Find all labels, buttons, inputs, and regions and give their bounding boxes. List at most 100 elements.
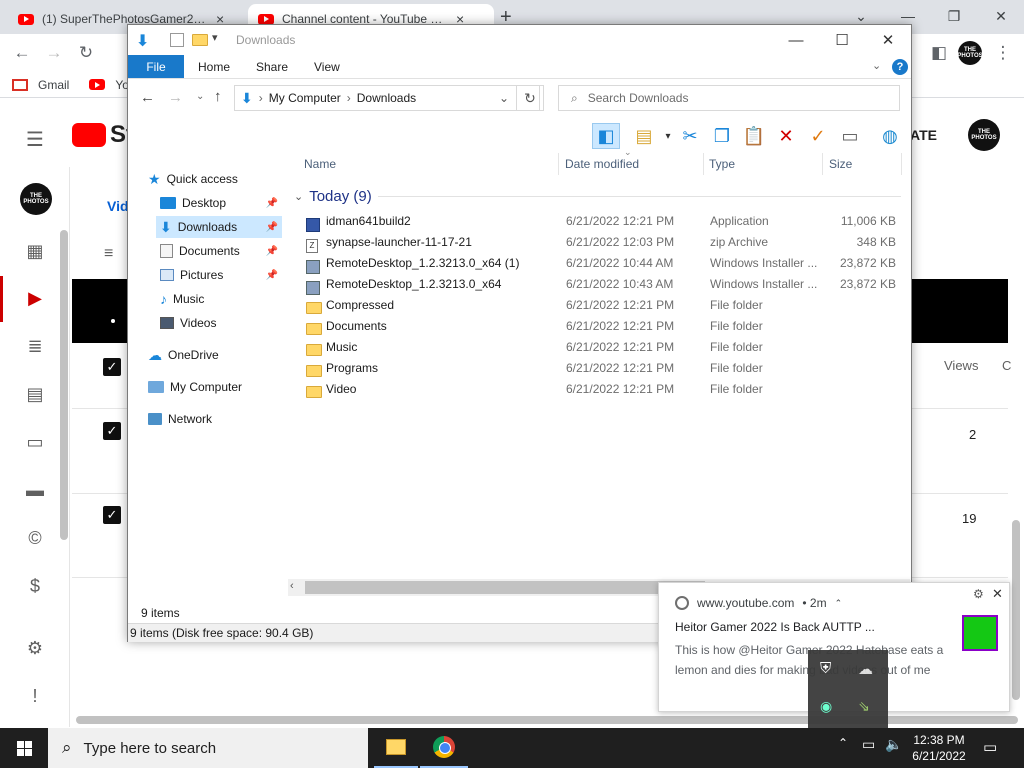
back-icon[interactable]: ← xyxy=(140,89,155,106)
menu-icon[interactable]: ⋮ xyxy=(990,40,1016,66)
nav-pictures[interactable]: Pictures 📌 xyxy=(160,264,282,286)
taskbar-chrome[interactable] xyxy=(420,728,468,768)
copy-icon[interactable]: ❐ xyxy=(708,123,736,149)
close-window-icon[interactable]: ✕ xyxy=(978,0,1024,32)
column-comments[interactable]: C xyxy=(1002,358,1011,373)
taskbar-search-input[interactable]: Type here to search xyxy=(84,740,217,757)
nav-music[interactable]: ♪ Music xyxy=(160,288,204,310)
comments-icon[interactable]: ▭ xyxy=(22,429,48,455)
bookmark-gmail[interactable]: Gmail xyxy=(38,78,69,92)
expand-ribbon-icon[interactable]: ⌄ xyxy=(872,59,881,72)
nav-my-computer[interactable]: My Computer xyxy=(148,376,242,398)
file-row[interactable]: Z synapse-launcher-11-17-21 6/21/2022 12… xyxy=(306,231,902,253)
tab-share[interactable]: Share xyxy=(242,55,302,78)
pin-icon[interactable]: 📌 xyxy=(266,198,278,209)
search-input[interactable]: Search Downloads xyxy=(588,91,689,105)
column-separator[interactable] xyxy=(703,153,704,175)
help-icon[interactable]: ? xyxy=(892,59,908,75)
properties-icon[interactable] xyxy=(170,33,184,47)
download-manager-icon[interactable]: ⇘ xyxy=(858,698,870,715)
content-icon[interactable]: ▶ xyxy=(22,285,48,311)
column-name[interactable]: Name xyxy=(304,157,336,171)
address-bar[interactable]: ⬇ › My Computer › Downloads ⌄ xyxy=(234,85,540,111)
breadcrumb-downloads[interactable]: Downloads xyxy=(357,91,416,105)
minimize-icon[interactable]: — xyxy=(773,25,819,55)
copyright-icon[interactable]: © xyxy=(22,525,48,551)
folder-row[interactable]: Video 6/21/2022 12:21 PM File folder xyxy=(306,378,902,399)
chevron-up-icon[interactable]: ⌃ xyxy=(835,598,843,609)
nav-network[interactable]: Network xyxy=(148,408,212,430)
address-dropdown-icon[interactable]: ⌄ xyxy=(499,91,509,105)
horizontal-scroll-thumb[interactable] xyxy=(305,581,705,594)
settings-icon[interactable]: ⚙ xyxy=(22,635,48,661)
folder-row[interactable]: Music 6/21/2022 12:21 PM File folder xyxy=(306,336,902,357)
taskbar-clock[interactable]: 12:38 PM 6/21/2022 xyxy=(900,732,978,764)
restore-icon[interactable]: ❐ xyxy=(931,0,977,32)
pin-icon[interactable]: 📌 xyxy=(266,222,278,233)
search-box[interactable]: ⌕ Search Downloads xyxy=(558,85,900,111)
reload-icon[interactable]: ↻ xyxy=(73,40,99,66)
up-icon[interactable]: ↑ xyxy=(214,88,222,105)
cut-icon[interactable]: ✂ xyxy=(676,123,704,149)
folder-row[interactable]: Compressed 6/21/2022 12:21 PM File folde… xyxy=(306,294,902,315)
page-vertical-scrollbar[interactable] xyxy=(1012,520,1020,700)
refresh-button[interactable]: ↻ xyxy=(516,85,544,111)
network-icon[interactable]: ▭ xyxy=(862,736,875,753)
nav-desktop[interactable]: Desktop 📌 xyxy=(160,192,282,214)
tab-videos[interactable]: Vid xyxy=(107,198,129,214)
subtitles-icon[interactable]: ▬ xyxy=(22,477,48,503)
column-separator[interactable] xyxy=(901,153,902,175)
show-hidden-icons[interactable]: ⌃ xyxy=(838,736,848,750)
paste-icon[interactable]: 📋 xyxy=(740,123,768,149)
group-header-today[interactable]: ⌄ Today (9) xyxy=(294,187,372,205)
nav-onedrive[interactable]: ☁ OneDrive xyxy=(148,344,219,366)
close-window-icon[interactable]: ✕ xyxy=(865,25,911,55)
tab-file[interactable]: File xyxy=(128,55,184,78)
pin-icon[interactable]: 📌 xyxy=(266,270,278,281)
tab-view[interactable]: View xyxy=(300,55,354,78)
create-button[interactable]: ATE xyxy=(910,127,937,143)
folder-row[interactable]: Programs 6/21/2022 12:21 PM File folder xyxy=(306,357,902,378)
back-icon[interactable]: ← xyxy=(9,40,35,66)
dashboard-icon[interactable]: ▦ xyxy=(22,238,48,264)
column-date[interactable]: Date modified xyxy=(565,157,639,171)
row-checkbox[interactable]: ✓ xyxy=(103,422,121,440)
nav-videos[interactable]: Videos xyxy=(160,312,216,334)
scroll-left-icon[interactable]: ‹ xyxy=(290,580,294,592)
sidebar-scrollbar[interactable] xyxy=(60,230,68,540)
cloud-icon[interactable]: ☁ xyxy=(858,660,873,678)
maximize-icon[interactable]: ☐ xyxy=(819,25,865,55)
column-separator[interactable] xyxy=(558,153,559,175)
select-all-checkbox[interactable]: ✓ xyxy=(103,358,121,376)
column-size[interactable]: Size xyxy=(829,157,852,171)
check-icon[interactable]: ✓ xyxy=(804,123,832,149)
delete-icon[interactable]: ✕ xyxy=(772,123,800,149)
rename-icon[interactable]: ▭ xyxy=(836,123,864,149)
file-row[interactable]: idman641build2 6/21/2022 12:21 PM Applic… xyxy=(306,210,902,232)
folder-row[interactable]: Documents 6/21/2022 12:21 PM File folder xyxy=(306,315,902,336)
nav-quick-access[interactable]: ★ Quick access xyxy=(148,168,238,190)
close-icon[interactable]: ✕ xyxy=(992,586,1003,602)
monetization-icon[interactable]: $ xyxy=(22,573,48,599)
column-separator[interactable] xyxy=(822,153,823,175)
security-shield-icon[interactable]: ⛨ xyxy=(820,660,831,677)
nav-downloads[interactable]: ⬇ Downloads 📌 xyxy=(156,216,282,238)
playlists-icon[interactable]: ≣ xyxy=(22,333,48,359)
tab-home[interactable]: Home xyxy=(184,55,244,78)
globe-icon[interactable]: ◍ xyxy=(876,123,904,149)
youtube-logo-icon[interactable] xyxy=(72,123,106,147)
breadcrumb-my-computer[interactable]: My Computer xyxy=(269,91,341,105)
column-views[interactable]: Views xyxy=(944,358,978,373)
column-type[interactable]: Type xyxy=(709,157,735,171)
network-app-icon[interactable]: ◉ xyxy=(820,698,832,715)
account-avatar[interactable]: THE PHOTOS xyxy=(968,119,1000,151)
analytics-icon[interactable]: ▤ xyxy=(22,381,48,407)
preview-pane-icon[interactable]: ◧ xyxy=(592,123,620,149)
taskbar-file-explorer[interactable] xyxy=(374,728,418,768)
filter-icon[interactable]: ≡ xyxy=(104,245,113,263)
sidepanel-icon[interactable]: ◧ xyxy=(926,40,952,66)
taskbar-search[interactable]: ⌕ Type here to search xyxy=(48,728,368,768)
new-folder-icon[interactable] xyxy=(192,34,208,49)
channel-avatar[interactable]: THE PHOTOS xyxy=(20,183,52,215)
pin-icon[interactable]: 📌 xyxy=(266,246,278,257)
